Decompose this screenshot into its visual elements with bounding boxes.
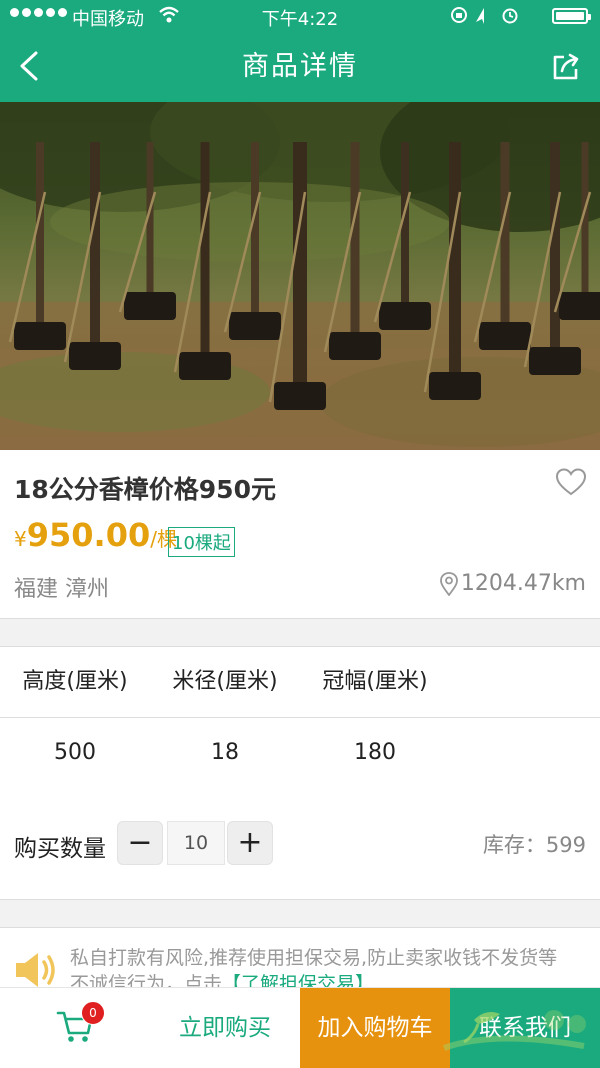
quantity-label: 购买数量	[14, 836, 106, 862]
quantity-increase-button[interactable]: +	[227, 821, 273, 865]
tree-trunk	[293, 142, 307, 402]
tree-trunk	[200, 142, 210, 372]
tree-trunk	[90, 142, 100, 362]
seller-location: 福建 漳州	[14, 577, 109, 602]
tree-trunk	[500, 142, 510, 342]
tree-trunk	[36, 142, 44, 342]
speaker-icon	[16, 953, 55, 987]
cart-count-badge: 0	[81, 1001, 105, 1025]
tree-pot	[179, 352, 231, 380]
quantity-section: 购买数量 − 10 + 库存：599	[0, 787, 600, 900]
tree-pot	[329, 332, 381, 360]
tree-trunk	[449, 142, 461, 392]
tree-trunk	[350, 142, 360, 352]
tree-trunk	[146, 142, 154, 312]
bottom-action-bar: 0 立即购买 加入购物车 联系我们	[0, 987, 600, 1068]
page-title: 商品详情	[242, 51, 358, 82]
spec-header-height: 高度(厘米)	[22, 669, 128, 694]
spec-value-height: 500	[54, 740, 96, 765]
specs-table: 高度(厘米) 米径(厘米) 冠幅(厘米) 500 18 180	[0, 646, 600, 788]
buy-now-button[interactable]: 立即购买	[150, 988, 300, 1068]
tree-trunk	[251, 142, 259, 332]
tree-pot	[229, 312, 281, 340]
battery-icon	[552, 8, 591, 24]
product-image-carousel[interactable]	[0, 102, 600, 450]
spec-header-crown: 冠幅(厘米)	[322, 669, 428, 694]
stock-count: 库存：599	[482, 833, 586, 857]
product-price: ¥ 950.00 /棵	[14, 516, 177, 554]
price-currency: ¥	[14, 527, 27, 551]
location-pin-icon	[439, 571, 458, 596]
product-name: 18公分香樟价格950元	[14, 475, 276, 504]
tree-pot	[559, 292, 600, 320]
status-bar: 中国移动 下午4:22	[0, 0, 600, 32]
price-value: 950.00	[26, 516, 151, 554]
specs-value-row: 500 18 180	[0, 718, 600, 788]
tree-trunk	[581, 142, 589, 312]
tree-trunk	[550, 142, 560, 367]
tree-pot	[124, 292, 176, 320]
distance-value: 1204.47km	[460, 571, 586, 596]
tree-pot	[14, 322, 66, 350]
add-to-cart-button[interactable]: 加入购物车	[300, 988, 450, 1068]
spec-value-crown: 180	[354, 740, 396, 765]
product-photo	[0, 102, 600, 450]
distance: 1204.47km	[439, 571, 586, 596]
navigation-bar: 商品详情	[0, 32, 600, 102]
tree-pot	[274, 382, 326, 410]
quantity-input[interactable]: 10	[167, 821, 225, 865]
product-info: 18公分香樟价格950元 ¥ 950.00 /棵 10棵起 福建 漳州 1204…	[0, 450, 600, 619]
tree-pot	[69, 342, 121, 370]
heart-icon[interactable]	[556, 468, 586, 496]
status-icons	[450, 5, 540, 30]
tree-pot	[529, 347, 581, 375]
tree-trunk	[401, 142, 409, 322]
min-order-badge: 10棵起	[168, 527, 235, 557]
tree-pot	[379, 302, 431, 330]
contact-us-button[interactable]: 联系我们	[450, 988, 600, 1068]
quantity-decrease-button[interactable]: −	[117, 821, 163, 865]
share-icon[interactable]	[550, 51, 582, 83]
tree-pot	[479, 322, 531, 350]
tree-pot	[429, 372, 481, 400]
spec-value-diameter: 18	[211, 740, 239, 765]
specs-header-row: 高度(厘米) 米径(厘米) 冠幅(厘米)	[0, 647, 600, 718]
spec-header-diameter: 米径(厘米)	[172, 669, 278, 694]
